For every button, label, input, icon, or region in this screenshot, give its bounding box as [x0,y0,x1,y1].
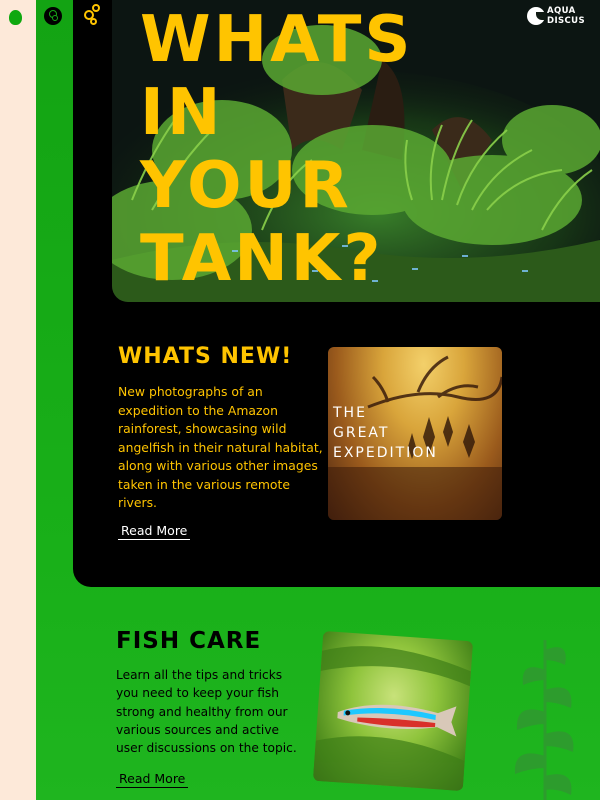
logo-text: AQUA DISCUS [547,6,586,26]
hero-title: WHATS IN YOUR TANK? [140,3,414,296]
fish-care-description: Learn all the tips and tricks you need t… [116,668,297,756]
expedition-card-title: THE GREAT EXPEDITION [333,405,438,461]
great-expedition-image[interactable]: THE GREAT EXPEDITION [328,347,502,520]
whats-new-heading: WHATS NEW! [118,344,293,369]
whats-new-description: New photographs of an expedition to the … [118,384,323,510]
leaf-dot-icon [9,10,22,25]
left-strip [0,0,36,800]
aqua-discus-logo[interactable]: AQUA DISCUS [527,5,591,27]
fish-care-heading: FISH CARE [116,628,262,654]
neon-tetra-image[interactable] [312,630,474,792]
plant-icon [514,640,574,800]
logo-icon [527,7,546,25]
fish-care-read-more-link[interactable]: Read More [116,771,189,788]
whats-new-read-more-link[interactable]: Read More [118,523,191,540]
bubbles-icon [84,4,104,26]
menu-icon[interactable] [44,7,62,25]
